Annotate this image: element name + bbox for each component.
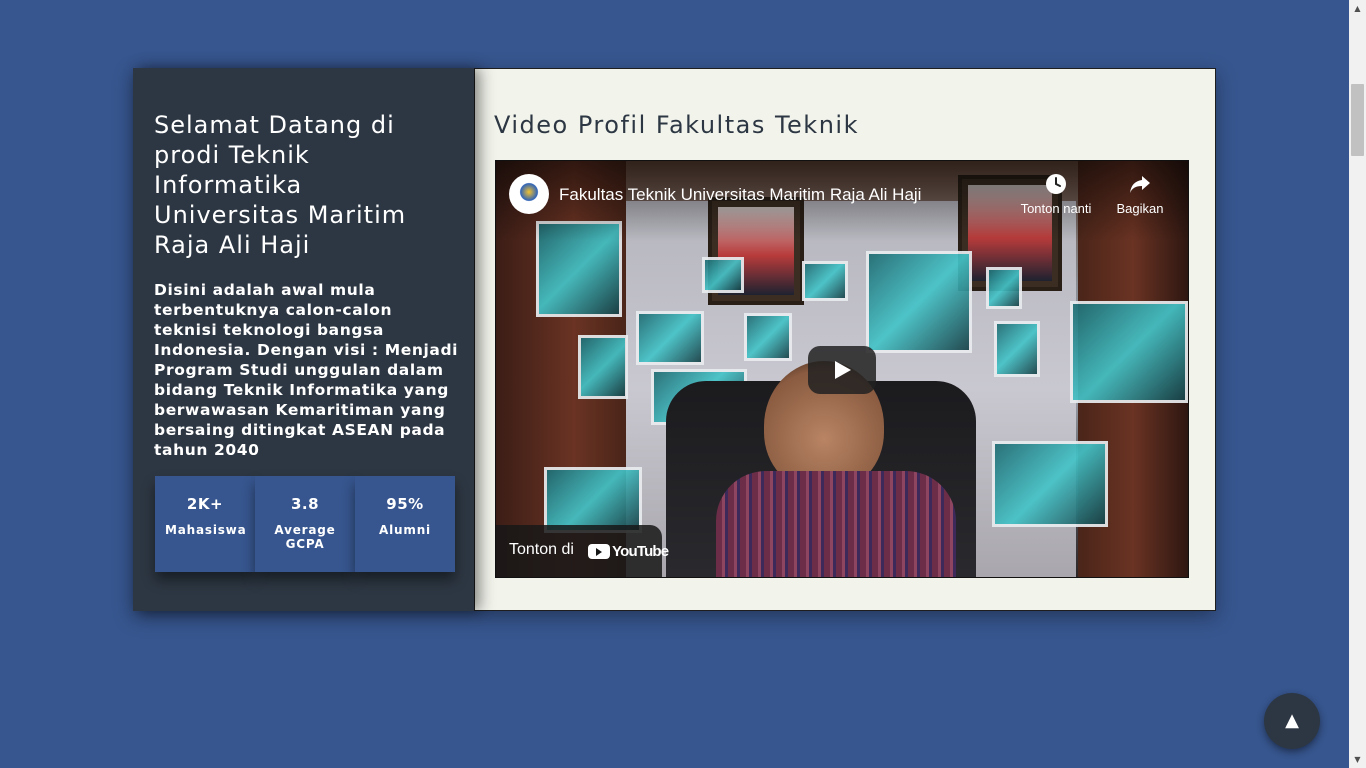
stat-value: 3.8 — [290, 495, 320, 513]
share-button[interactable]: Bagikan — [1108, 173, 1172, 216]
clock-icon — [1046, 174, 1066, 194]
channel-logo-icon[interactable] — [509, 174, 549, 214]
youtube-logo-icon: YouTube — [588, 541, 669, 561]
scrollbar-thumb[interactable] — [1351, 84, 1364, 156]
video-heading: Video Profil Fakultas Teknik — [494, 111, 859, 139]
watch-later-button[interactable]: Tonton nanti — [1016, 173, 1096, 216]
video-title[interactable]: Fakultas Teknik Universitas Maritim Raja… — [559, 185, 921, 205]
photo-collage-tile — [994, 321, 1040, 377]
watch-later-label: Tonton nanti — [1020, 201, 1092, 216]
video-panel: Video Profil Fakultas Teknik Fakultas Te… — [474, 68, 1216, 611]
share-label: Bagikan — [1116, 201, 1164, 216]
profile-card: Selamat Datang di prodi Teknik Informati… — [133, 68, 1216, 611]
stat-label: Mahasiswa — [165, 523, 247, 537]
youtube-embed[interactable]: Fakultas Teknik Universitas Maritim Raja… — [495, 160, 1189, 578]
share-arrow-icon — [1130, 176, 1150, 193]
stat-value: 2K+ — [186, 495, 224, 513]
welcome-title: Selamat Datang di prodi Teknik Informati… — [154, 111, 407, 259]
youtube-wordmark: YouTube — [612, 542, 669, 560]
photo-collage-tile — [986, 267, 1022, 309]
photo-collage-tile — [1070, 301, 1188, 403]
photo-collage-tile — [802, 261, 848, 301]
watch-on-youtube-button[interactable]: Tonton di YouTube — [496, 525, 669, 577]
stat-gpa: 3.8 Average GCPA — [255, 476, 355, 572]
scroll-down-arrow-icon[interactable]: ▼ — [1349, 751, 1366, 768]
stat-label: Alumni — [379, 523, 431, 537]
photo-collage-tile — [744, 313, 792, 361]
photo-collage-tile — [578, 335, 628, 399]
stat-students: 2K+ Mahasiswa — [155, 476, 255, 572]
video-thumbnail-shirt — [716, 471, 956, 577]
scroll-up-arrow-icon[interactable]: ▲ — [1349, 0, 1366, 17]
play-button[interactable] — [808, 346, 876, 394]
photo-collage-tile — [636, 311, 704, 365]
watch-on-label: Tonton di — [509, 541, 574, 558]
welcome-description: Disini adalah awal mula terbentuknya cal… — [154, 281, 459, 459]
scrollbar[interactable]: ▲ ▼ — [1349, 0, 1366, 768]
stats-row: 2K+ Mahasiswa 3.8 Average GCPA 95% Alumn… — [155, 476, 455, 572]
welcome-panel: Selamat Datang di prodi Teknik Informati… — [133, 68, 474, 611]
photo-collage-tile — [992, 441, 1108, 527]
play-icon — [835, 361, 851, 379]
stat-label: Average GCPA — [274, 523, 336, 551]
stat-value: 95% — [386, 495, 424, 513]
scroll-to-top-button[interactable]: ▲ — [1264, 693, 1320, 749]
photo-collage-tile — [702, 257, 744, 293]
photo-collage-tile — [544, 467, 642, 533]
photo-collage-tile — [866, 251, 972, 353]
stat-alumni: 95% Alumni — [355, 476, 455, 572]
